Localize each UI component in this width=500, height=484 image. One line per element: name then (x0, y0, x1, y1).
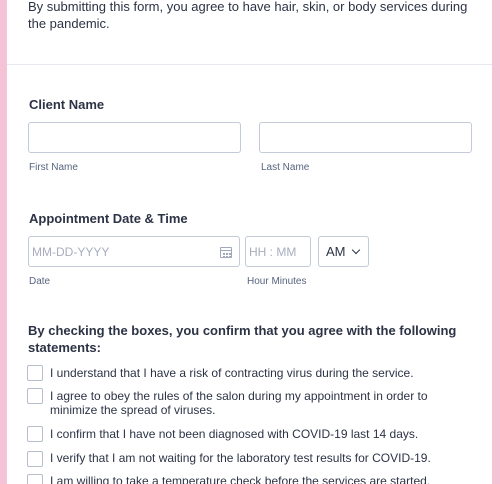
appointment-label: Appointment Date & Time (29, 211, 188, 226)
client-name-label: Client Name (29, 97, 105, 112)
calendar-icon[interactable] (220, 247, 232, 258)
first-name-input[interactable] (28, 122, 241, 153)
ampm-select[interactable]: AM (318, 236, 369, 267)
statement-checkbox-3[interactable] (27, 426, 43, 442)
last-name-sublabel: Last Name (261, 162, 310, 173)
statement-checkbox-1[interactable] (27, 365, 43, 381)
time-input[interactable]: HH : MM (245, 236, 311, 267)
statement-label-4: I verify that I am not waiting for the l… (50, 451, 431, 465)
intro-text: By submitting this form, you agree to ha… (28, 0, 468, 31)
chevron-down-icon (351, 245, 361, 255)
form-card: By submitting this form, you agree to ha… (7, 0, 492, 484)
statements-title: By checking the boxes, you confirm that … (28, 323, 457, 355)
time-placeholder: HH : MM (249, 245, 297, 259)
statement-label-2: I agree to obey the rules of the salon d… (50, 389, 428, 417)
date-placeholder: MM-DD-YYYY (32, 245, 110, 259)
section-divider (7, 64, 492, 65)
first-name-sublabel: First Name (29, 162, 78, 173)
time-sublabel: Hour Minutes (247, 276, 307, 287)
statement-checkbox-2[interactable] (27, 388, 43, 404)
last-name-input[interactable] (259, 122, 472, 153)
statement-label-5: I am willing to take a temperature check… (50, 474, 431, 484)
statement-label-3: I confirm that I have not been diagnosed… (50, 427, 419, 441)
ampm-value: AM (326, 244, 346, 259)
statement-label-1: I understand that I have a risk of contr… (50, 366, 414, 380)
date-sublabel: Date (29, 276, 51, 287)
date-input[interactable]: MM-DD-YYYY (28, 236, 240, 267)
statement-checkbox-5[interactable] (27, 474, 43, 484)
statement-checkbox-4[interactable] (27, 451, 43, 467)
